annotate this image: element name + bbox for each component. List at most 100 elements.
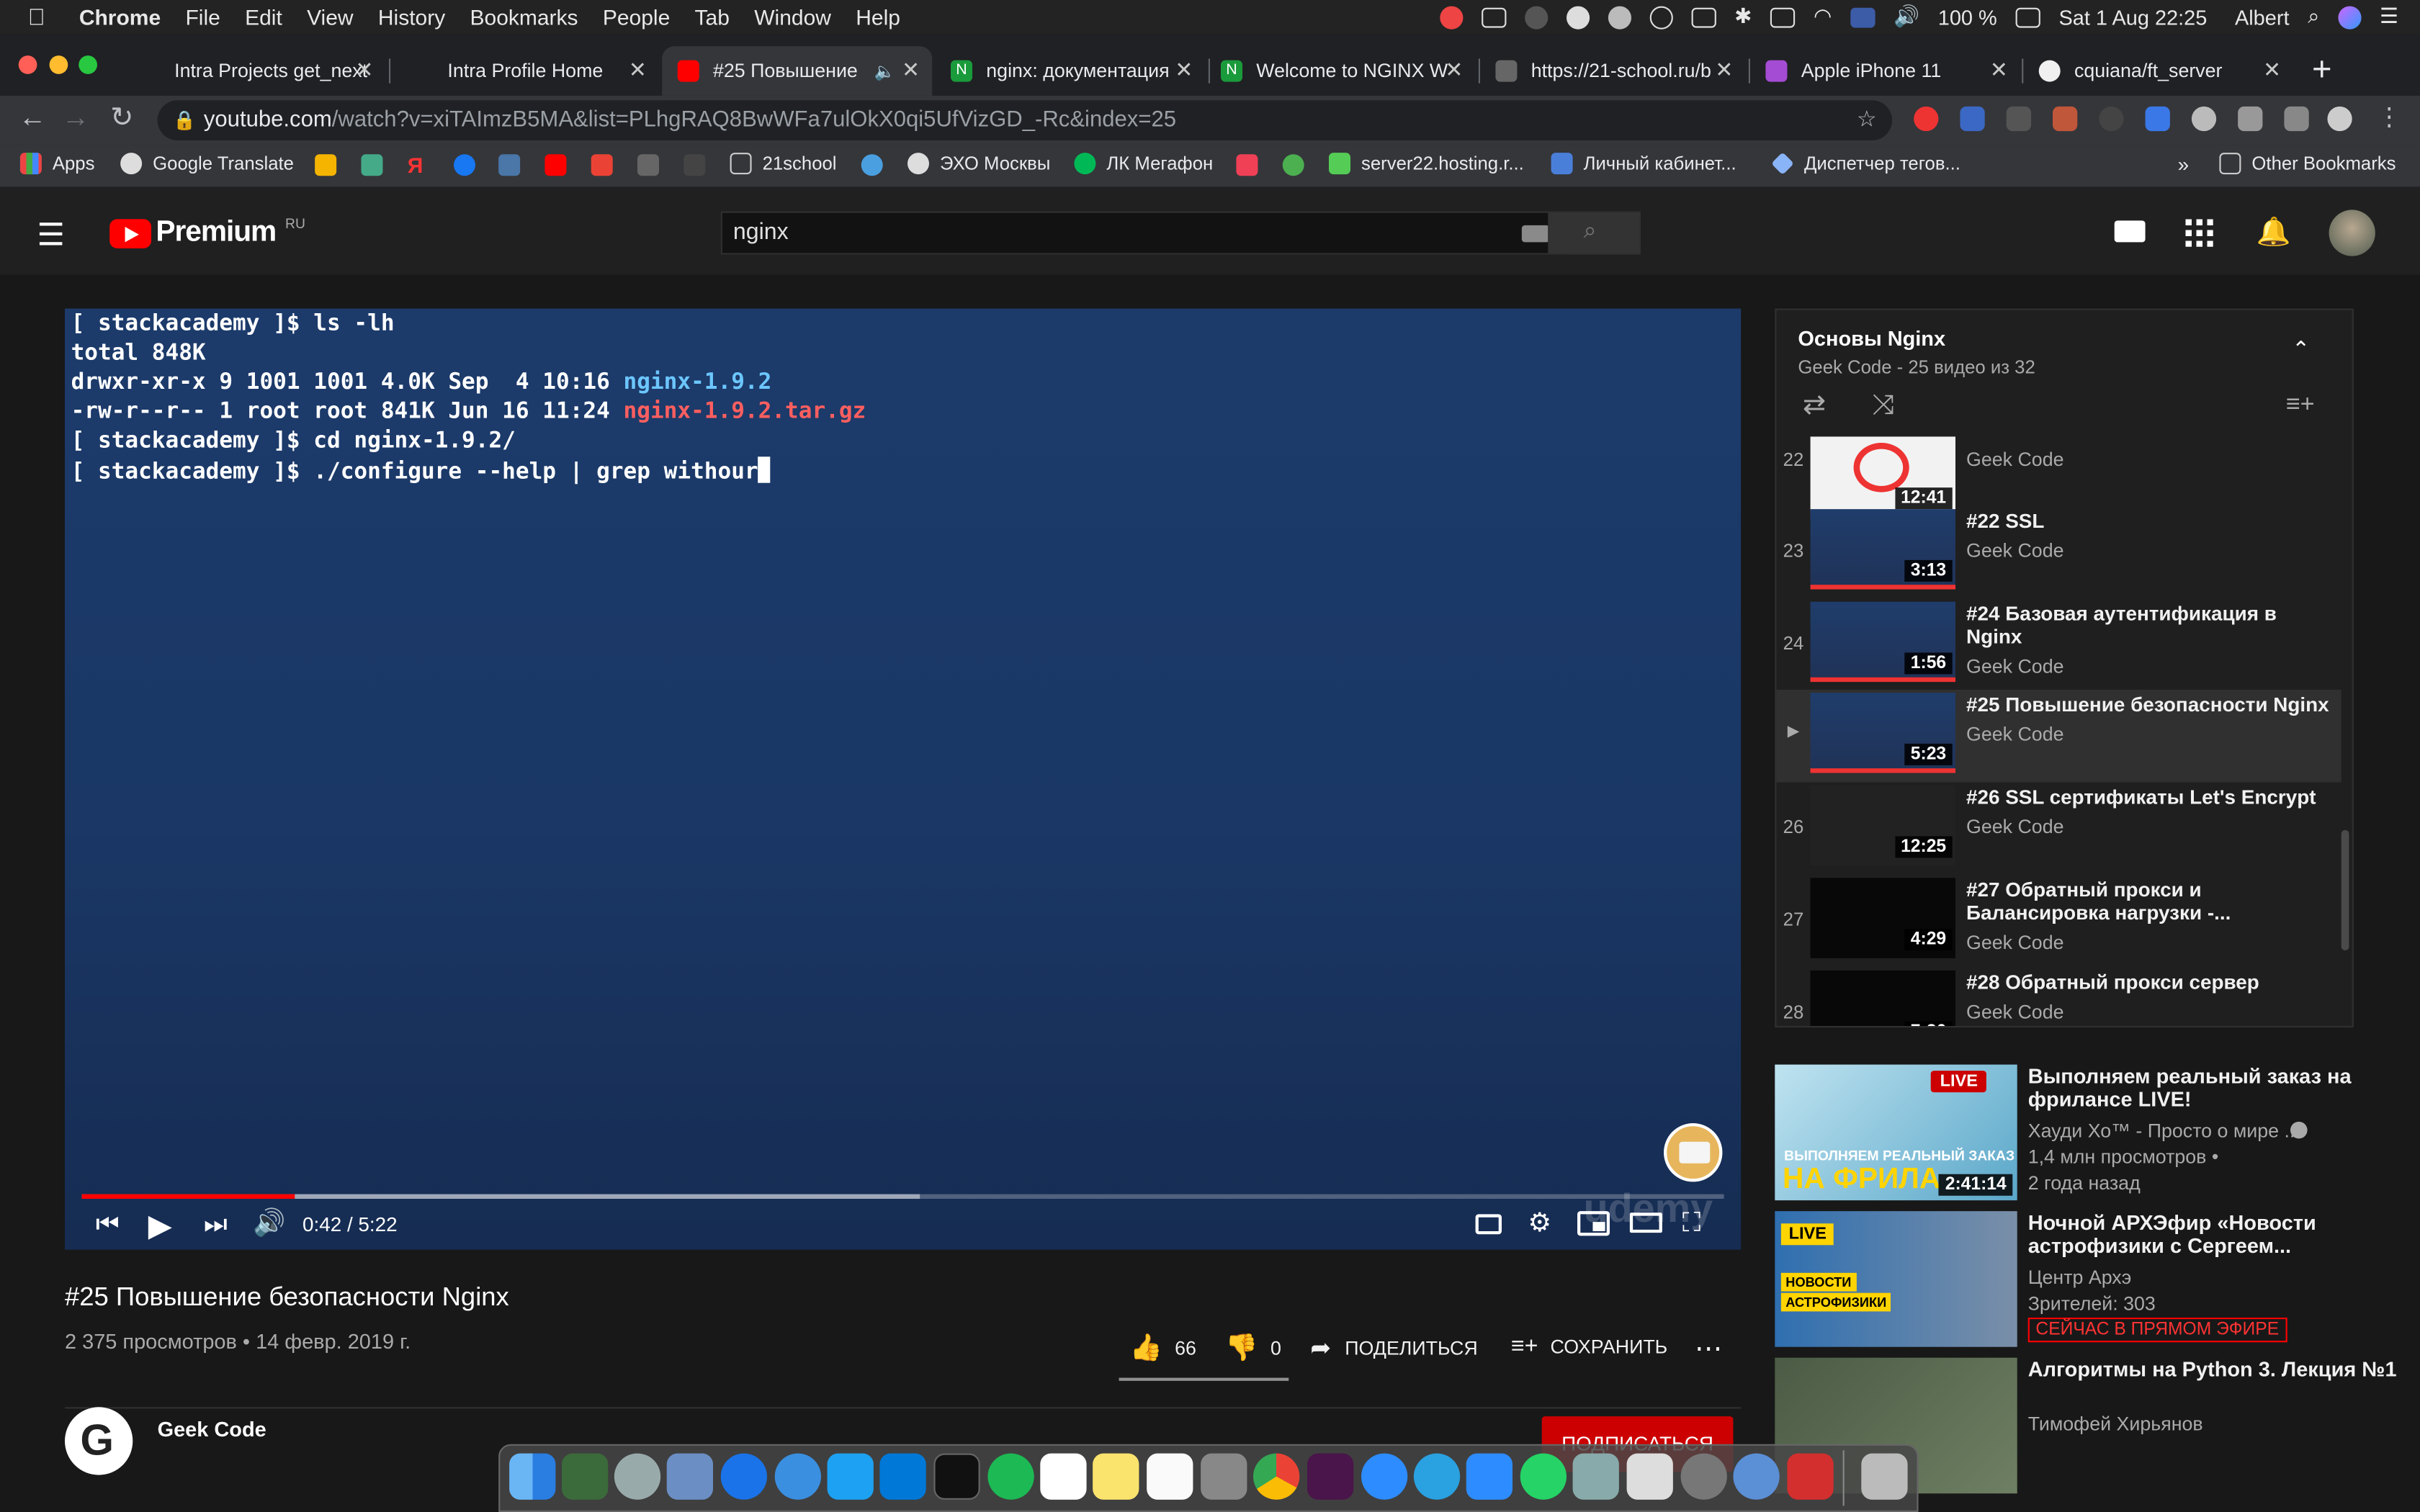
close-window-icon[interactable] <box>18 55 37 74</box>
share-button[interactable]: ➦ ПОДЕЛИТЬСЯ <box>1310 1333 1477 1364</box>
user-name[interactable]: Albert <box>2235 6 2290 29</box>
calculator-icon[interactable] <box>1201 1453 1247 1500</box>
fullscreen-icon[interactable]: ⛶ <box>1682 1208 1701 1239</box>
collapse-chevron-icon[interactable]: ⌃ <box>2292 336 2310 362</box>
bookmark-other[interactable]: Other Bookmarks <box>2219 153 2396 175</box>
playlist-item[interactable]: 27 4:29 #27 Обратный прокси и Балансиров… <box>1776 875 2341 968</box>
reload-button[interactable]: ↻ <box>105 102 139 134</box>
preview-icon[interactable] <box>666 1453 713 1500</box>
close-tab-icon[interactable]: ✕ <box>1445 57 1463 83</box>
finder-icon[interactable] <box>509 1453 556 1500</box>
keyboard-icon[interactable] <box>1521 225 1550 243</box>
status-icon[interactable] <box>1524 5 1548 29</box>
apps-grid-icon[interactable] <box>2185 219 2213 247</box>
video-player[interactable]: [ stackacademy ]$ ls -lh total 848K drwx… <box>65 308 1742 1250</box>
apple-icon[interactable]:  <box>28 4 45 30</box>
vscode-icon[interactable] <box>879 1453 926 1500</box>
bookmark-echo[interactable]: ЭХО Москвы <box>908 153 1050 175</box>
dislike-button[interactable]: 👎 0 <box>1225 1333 1281 1364</box>
playlist-item[interactable]: 28 7:26 #28 Обратный прокси сервер Geek … <box>1776 968 2341 1026</box>
battery-icon[interactable] <box>2015 6 2040 27</box>
media-control-icon[interactable] <box>2284 106 2309 132</box>
playlist-item[interactable]: 23 3:13 #22 SSL Geek Code <box>1776 506 2341 599</box>
subtitles-icon[interactable] <box>1475 1214 1502 1235</box>
pocket-icon[interactable] <box>2006 106 2031 132</box>
loop-playlist-icon[interactable]: ⇄ <box>1803 389 1826 421</box>
next-video-icon[interactable]: ⏭ <box>204 1210 228 1241</box>
bookmark-server22[interactable]: server22.hosting.r... <box>1329 153 1524 175</box>
hamburger-menu-icon[interactable]: ☰ <box>37 216 64 255</box>
bookmark-icon[interactable] <box>1282 154 1304 176</box>
bookmark-star-icon[interactable]: ☆ <box>1857 100 1877 140</box>
extension-icon[interactable] <box>2191 106 2217 132</box>
playlist-item-current[interactable]: ▶ 5:23 #25 Повышение безопасности Nginx … <box>1776 689 2341 783</box>
tab-welcome-nginx[interactable]: N Welcome to NGINX W ✕ <box>1206 46 1476 96</box>
trash-icon[interactable] <box>1861 1453 1908 1500</box>
launchpad-icon[interactable] <box>614 1453 661 1500</box>
airplay-icon[interactable] <box>1691 6 1716 27</box>
create-video-icon[interactable] <box>2114 220 2146 243</box>
bookmarks-overflow-button[interactable]: » <box>2178 153 2190 176</box>
avatar[interactable] <box>2329 210 2375 256</box>
google-translate-icon[interactable] <box>2145 106 2170 132</box>
profile-avatar-icon[interactable] <box>2327 106 2352 132</box>
bookmark-tag-manager[interactable]: Диспетчер тегов... <box>1771 152 1960 176</box>
settings-gear-icon[interactable]: ⚙ <box>1528 1208 1551 1239</box>
channel-name[interactable]: Geek Code <box>158 1418 266 1441</box>
app-store-icon[interactable] <box>720 1453 767 1500</box>
zoom-window-icon[interactable] <box>79 55 97 74</box>
tab-nginx-docs[interactable]: N nginx: документация ✕ <box>936 46 1206 96</box>
close-tab-icon[interactable]: ✕ <box>1175 57 1193 83</box>
bookmark-icon[interactable] <box>315 154 337 176</box>
bookmark-icon[interactable] <box>684 154 706 176</box>
tab-youtube-active[interactable]: #25 Повышение 🔈 ✕ <box>662 46 933 96</box>
chrome-icon[interactable] <box>1253 1453 1300 1500</box>
youtube-icon[interactable] <box>544 154 567 176</box>
menu-tab[interactable]: Tab <box>695 4 730 29</box>
playlist-title[interactable]: Основы Nginx <box>1798 327 1945 350</box>
new-tab-button[interactable]: + <box>2312 50 2332 90</box>
extension-icon[interactable] <box>1914 106 1939 132</box>
extension-icon[interactable] <box>2053 106 2078 132</box>
gmail-icon[interactable] <box>591 154 613 176</box>
terminal-icon[interactable] <box>933 1453 980 1500</box>
channel-avatar[interactable]: G <box>65 1407 133 1475</box>
extension-icon[interactable] <box>2099 106 2124 132</box>
time-machine-icon[interactable] <box>1649 5 1673 29</box>
chrome-menu-icon[interactable]: ⋮ <box>2377 102 2401 132</box>
notification-icon[interactable] <box>1439 5 1463 29</box>
tab-intra-projects[interactable]: Intra Projects get_next ✕ <box>123 46 385 96</box>
shuffle-icon[interactable]: ⤨ <box>1872 389 1894 421</box>
yandex-icon[interactable]: Я <box>408 154 429 176</box>
close-tab-icon[interactable]: ✕ <box>2263 57 2281 83</box>
xcode-icon[interactable] <box>827 1453 874 1500</box>
volume-icon[interactable]: 🔊 <box>253 1208 285 1239</box>
close-tab-icon[interactable]: ✕ <box>1715 57 1733 83</box>
close-tab-icon[interactable]: ✕ <box>1990 57 2008 83</box>
spotify-icon[interactable] <box>987 1453 1034 1500</box>
spotlight-icon[interactable]: ⌕ <box>2308 4 2319 29</box>
bookmark-megafon[interactable]: ЛК Мегафон <box>1074 153 1213 175</box>
keyboard-icon[interactable] <box>1770 6 1796 27</box>
menu-window[interactable]: Window <box>754 4 831 29</box>
menu-bookmarks[interactable]: Bookmarks <box>470 4 578 29</box>
playlist-scrollbar[interactable] <box>2341 829 2349 950</box>
progress-bar[interactable] <box>81 1194 1724 1199</box>
close-tab-icon[interactable]: ✕ <box>629 57 647 83</box>
address-bar[interactable]: 🔒 youtube.com/watch?v=xiTAImzB5MA&list=P… <box>157 100 1893 140</box>
tab-21-school[interactable]: https://21-school.ru/b ✕ <box>1480 46 1746 96</box>
minimize-window-icon[interactable] <box>49 55 68 74</box>
system-preferences-icon[interactable] <box>1680 1453 1727 1500</box>
miniplayer-icon[interactable] <box>1577 1211 1610 1236</box>
reminders-icon[interactable] <box>1147 1453 1193 1500</box>
menu-edit[interactable]: Edit <box>245 4 282 29</box>
notes-icon[interactable] <box>1093 1453 1139 1500</box>
playlist-item[interactable]: 26 12:25 #26 SSL сертификаты Let's Encry… <box>1776 782 2341 875</box>
save-button[interactable]: ≡+ СОХРАНИТЬ <box>1511 1333 1667 1359</box>
playlist-add-icon[interactable]: ≡+ <box>2286 392 2315 420</box>
slack-icon[interactable] <box>1307 1453 1354 1500</box>
extensions-puzzle-icon[interactable] <box>2238 106 2263 132</box>
bluetooth-icon[interactable]: ✱ <box>1734 4 1752 29</box>
menu-people[interactable]: People <box>603 4 670 29</box>
menu-file[interactable]: File <box>185 4 220 29</box>
